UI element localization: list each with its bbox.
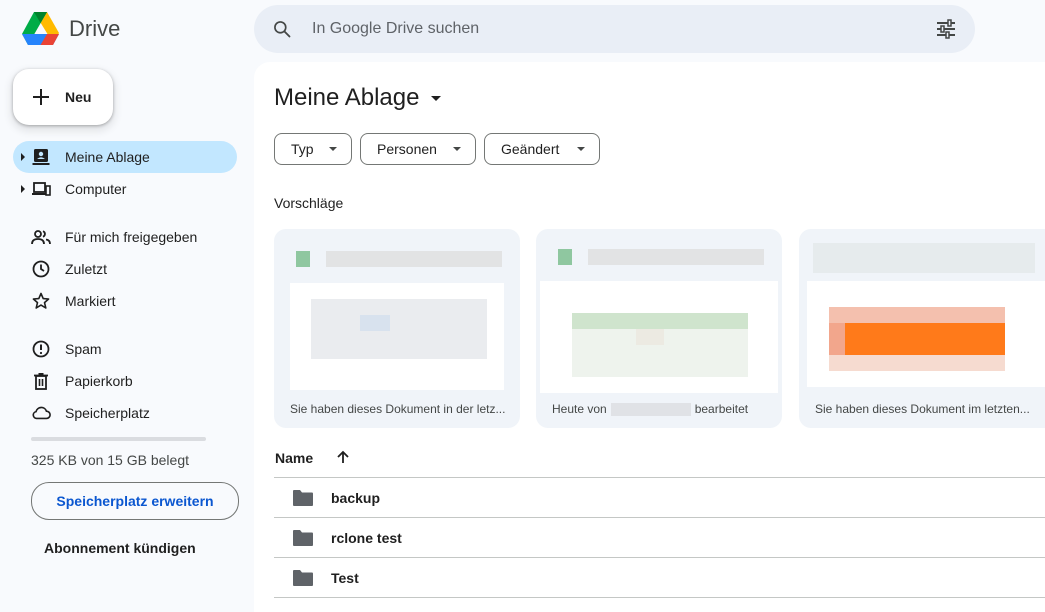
redacted-content (572, 313, 748, 329)
redacted-content (845, 323, 1005, 355)
sidebar-item-label: Spam (65, 341, 102, 357)
divider (274, 597, 1045, 598)
sidebar-item-storage[interactable]: Speicherplatz (13, 397, 237, 429)
column-header-name[interactable]: Name (275, 450, 313, 466)
file-name: backup (331, 490, 381, 506)
sidebar-item-trash[interactable]: Papierkorb (13, 365, 237, 397)
new-button[interactable]: Neu (13, 69, 113, 125)
card-caption: Heute von bearbeitet (552, 402, 774, 416)
document-thumbnail (807, 281, 1045, 387)
redacted-content (572, 329, 748, 377)
filter-type[interactable]: Typ (274, 133, 352, 165)
search-options-icon[interactable] (935, 18, 957, 40)
caret-down-icon (329, 147, 337, 151)
caret-down-icon (577, 147, 585, 151)
caption-prefix: Heute von (552, 402, 607, 416)
column-header-label: Name (275, 450, 314, 466)
sidebar-item-shared[interactable]: Für mich freigegeben (13, 221, 237, 253)
drive-logo[interactable]: Drive (22, 12, 120, 45)
card-caption: Sie haben dieses Dokument in der letz... (290, 402, 506, 416)
computer-icon (31, 179, 51, 199)
plus-icon (31, 87, 51, 107)
page-title-text: Meine Ablage (274, 84, 420, 111)
redacted-title (326, 251, 502, 267)
search-bar[interactable] (254, 5, 975, 53)
caret-down-icon (453, 147, 461, 151)
filter-label: Personen (377, 141, 437, 157)
file-row[interactable]: rclone test (274, 518, 1045, 558)
sidebar-item-label: Papierkorb (65, 373, 133, 389)
page-title[interactable]: Meine Ablage (274, 84, 442, 112)
folder-icon (292, 569, 314, 587)
caret-down-icon[interactable] (431, 95, 442, 101)
file-row[interactable]: backup (274, 478, 1045, 518)
sidebar-item-label: Speicherplatz (65, 405, 150, 421)
sidebar-item-label: Für mich freigegeben (65, 229, 198, 245)
sidebar-item-my-drive[interactable]: Meine Ablage (13, 141, 237, 173)
people-icon (31, 227, 51, 247)
storage-bar (31, 437, 206, 441)
file-name: Test (331, 570, 359, 586)
redacted-content (829, 323, 845, 355)
filter-label: Typ (291, 141, 314, 157)
sidebar-item-label: Computer (65, 181, 127, 197)
folder-icon (292, 489, 314, 507)
suggestion-card[interactable]: Heute von bearbeitet (536, 229, 782, 428)
filter-people[interactable]: Personen (360, 133, 476, 165)
cancel-subscription-link[interactable]: Abonnement kündigen (44, 540, 196, 556)
expand-storage-button[interactable]: Speicherplatz erweitern (31, 482, 239, 520)
sidebar-item-spam[interactable]: Spam (13, 333, 237, 365)
expand-caret-icon[interactable] (21, 153, 25, 161)
storage-usage-text: 325 KB von 15 GB belegt (31, 452, 189, 468)
clock-icon (31, 259, 51, 279)
my-drive-icon (31, 147, 51, 167)
redacted-title (813, 243, 1035, 273)
suggestions-heading: Vorschläge (274, 195, 344, 211)
redacted-content (829, 307, 1005, 323)
folder-icon (292, 529, 314, 547)
sidebar-item-label: Zuletzt (65, 261, 108, 277)
drive-logo-icon (22, 12, 59, 45)
sidebar-item-label: Meine Ablage (65, 149, 150, 165)
sidebar-item-recent[interactable]: Zuletzt (13, 253, 237, 285)
filter-label: Geändert (501, 141, 560, 157)
suggestion-card[interactable]: Sie haben dieses Dokument in der letz... (274, 229, 520, 428)
filter-modified[interactable]: Geändert (484, 133, 600, 165)
redacted-content (829, 355, 1005, 371)
document-thumbnail (540, 281, 778, 393)
app-name: Drive (69, 15, 121, 41)
trash-icon (31, 371, 51, 391)
suggestion-card[interactable]: Sie haben dieses Dokument im letzten... (799, 229, 1045, 428)
redacted-name (610, 402, 691, 416)
file-type-icon (296, 251, 310, 267)
star-icon (31, 291, 51, 311)
redacted-title (588, 249, 764, 265)
sidebar-item-computer[interactable]: Computer (13, 173, 237, 205)
sidebar-item-label: Markiert (65, 293, 116, 309)
file-name: rclone test (331, 530, 402, 546)
file-row[interactable]: Test (274, 558, 1045, 598)
redacted-content (311, 299, 487, 359)
search-icon[interactable] (272, 19, 292, 39)
spam-icon (31, 339, 51, 359)
sort-ascending-icon[interactable] (335, 449, 351, 465)
cloud-icon (31, 403, 51, 423)
card-caption: Sie haben dieses Dokument im letzten... (815, 402, 1030, 416)
redacted-content (360, 315, 390, 331)
caption-suffix: bearbeitet (694, 402, 749, 416)
expand-caret-icon[interactable] (21, 185, 25, 193)
new-button-label: Neu (65, 89, 92, 105)
file-type-icon (558, 249, 572, 265)
sidebar-item-starred[interactable]: Markiert (13, 285, 237, 317)
search-input[interactable] (310, 19, 914, 39)
document-thumbnail (290, 283, 504, 390)
